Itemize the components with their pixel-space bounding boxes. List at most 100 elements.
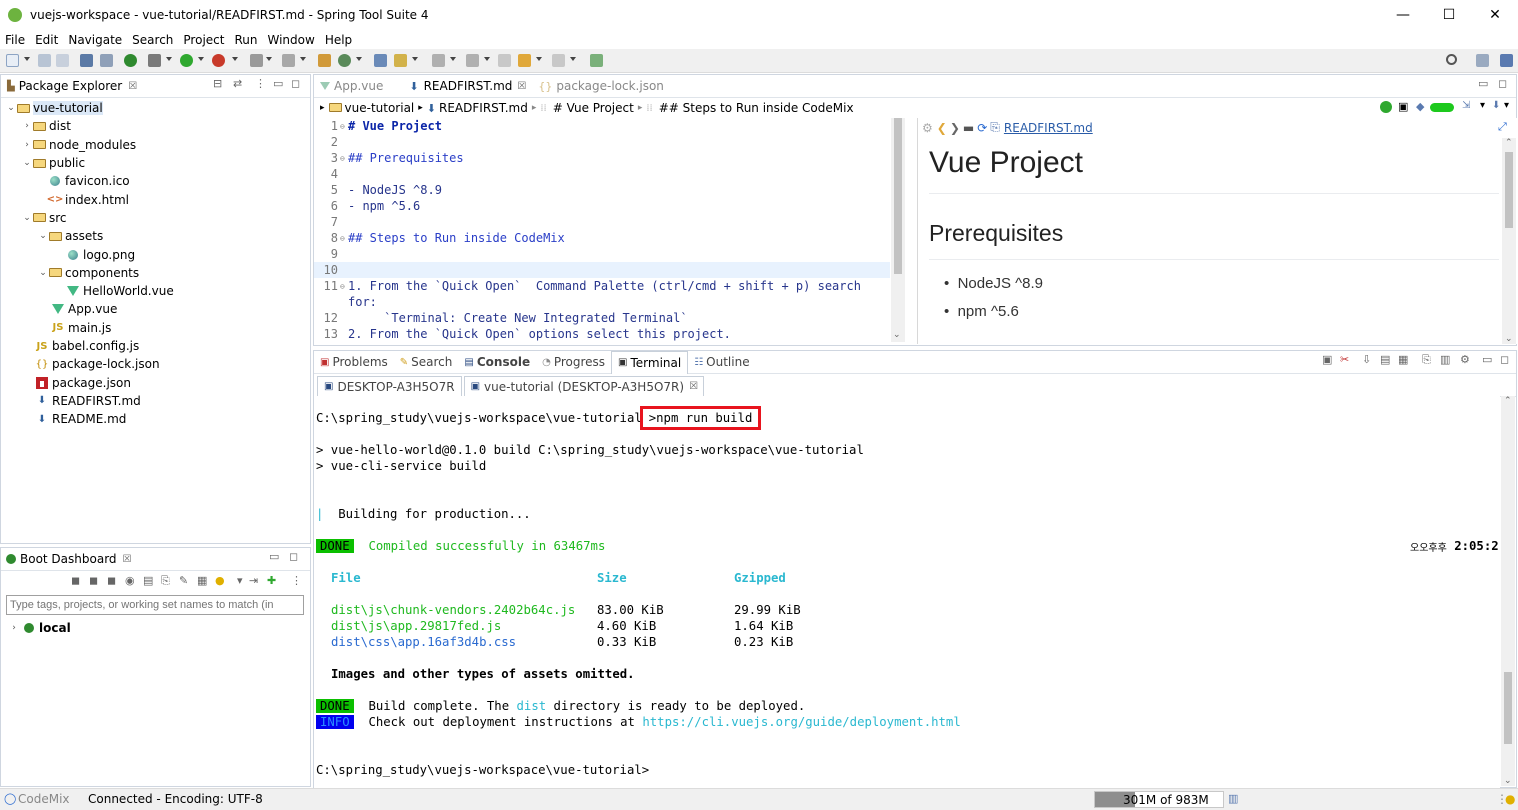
tree-item-readfirst[interactable]: ⬇ READFIRST.md	[1, 392, 310, 410]
tree-item-index-html[interactable]: <> index.html	[1, 190, 310, 208]
refresh-icon[interactable]: ⟳	[977, 121, 987, 135]
chevron-right-icon[interactable]: ›	[22, 121, 32, 131]
chevron-down-icon[interactable]	[266, 57, 272, 61]
back-icon[interactable]	[518, 54, 531, 67]
breadcrumb-heading1[interactable]: # Vue Project	[553, 101, 634, 115]
terminal-session-tab-active[interactable]: ▣ vue-tutorial (DESKTOP-A3H5O7R) ☒	[463, 376, 704, 396]
tab-readfirst[interactable]: ⬇ READFIRST.md ☒	[403, 75, 532, 98]
preview-scrollbar[interactable]: ⌃ ⌄	[1502, 138, 1516, 344]
menu-help[interactable]: Help	[320, 33, 357, 47]
link-icon[interactable]: ⎘	[161, 574, 170, 588]
chevron-down-icon[interactable]: ⌄	[38, 231, 48, 241]
trash-icon[interactable]: ▥	[1228, 792, 1238, 805]
chevron-down-icon[interactable]: ⌄	[6, 103, 16, 113]
expand-icon[interactable]: ⤢	[1498, 120, 1507, 134]
paste-icon[interactable]: ▥	[1440, 353, 1450, 366]
maximize-view-icon[interactable]: ◻	[291, 77, 300, 90]
coverage-icon[interactable]	[282, 54, 295, 67]
external-tools-icon[interactable]	[212, 54, 225, 67]
close-icon[interactable]: ☒	[689, 381, 698, 392]
chevron-down-icon[interactable]: ▾	[237, 574, 243, 587]
save-all-icon[interactable]	[56, 54, 69, 67]
tree-item-package-json[interactable]: package.json	[1, 373, 310, 391]
fold-icon[interactable]: ⊖	[340, 282, 348, 291]
bulb-icon[interactable]: ●	[215, 574, 225, 587]
chevron-down-icon[interactable]: ⌄	[1505, 334, 1513, 344]
menu-window[interactable]: Window	[262, 33, 319, 47]
fold-icon[interactable]: ⊖	[340, 122, 348, 131]
chevron-down-icon[interactable]	[570, 57, 576, 61]
scrollbar-thumb[interactable]	[1505, 152, 1513, 228]
scroll-lock-icon[interactable]: ⇩	[1362, 353, 1371, 366]
collapse-all-icon[interactable]: ⊟	[213, 77, 222, 90]
last-edit-icon[interactable]	[498, 54, 511, 67]
chevron-down-icon[interactable]	[24, 57, 30, 61]
open-type-icon[interactable]	[374, 54, 387, 67]
chevron-down-icon[interactable]: ⌄	[38, 268, 48, 278]
code-editor[interactable]: 1 ⊖ # Vue Project 2 3 ⊖ ## Prerequisites 4 5- No…	[314, 118, 890, 342]
tree-item-public[interactable]: ⌄ public	[1, 154, 310, 172]
minimize-view-icon[interactable]: ▭	[269, 550, 279, 563]
chevron-down-icon[interactable]	[198, 57, 204, 61]
maximize-view-icon[interactable]: ◻	[1498, 77, 1507, 90]
close-button[interactable]: ✕	[1472, 0, 1518, 30]
perspective-icon[interactable]	[1500, 54, 1513, 67]
tree-item-src[interactable]: ⌄ src	[1, 209, 310, 227]
chevron-down-icon[interactable]	[484, 57, 490, 61]
tree-item-components[interactable]: ⌄ components	[1, 264, 310, 282]
breadcrumb-file[interactable]: READFIRST.md	[439, 101, 528, 115]
chevron-right-icon[interactable]: ›	[22, 140, 32, 150]
properties-icon[interactable]: ▦	[197, 574, 207, 587]
terminal-scrollbar[interactable]: ⌃ ⌄	[1501, 396, 1515, 786]
bulb-icon[interactable]: ●	[1505, 792, 1515, 806]
chevron-down-icon[interactable]	[300, 57, 306, 61]
close-icon[interactable]: ☒	[128, 81, 137, 92]
tab-package-lock[interactable]: {} package-lock.json	[532, 75, 670, 98]
chevron-up-icon[interactable]: ⌃	[1505, 138, 1513, 148]
menu-search[interactable]: Search	[127, 33, 178, 47]
view-menu-icon[interactable]: ⋮	[291, 574, 302, 587]
tree-item-logo-png[interactable]: logo.png	[1, 245, 310, 263]
tree-item-favicon[interactable]: favicon.ico	[1, 172, 310, 190]
maximize-view-icon[interactable]: ◻	[1500, 353, 1509, 366]
menu-run[interactable]: Run	[229, 33, 262, 47]
scrollbar-thumb[interactable]	[1504, 672, 1512, 744]
chevron-down-icon[interactable]: ⌄	[22, 158, 32, 168]
close-icon[interactable]: ☒	[123, 554, 132, 565]
codemix-label[interactable]: CodeMix	[18, 792, 70, 806]
tab-console[interactable]: ▤ Console	[458, 351, 536, 374]
tree-item-local[interactable]: › local	[9, 619, 71, 637]
comment-icon[interactable]: ▬	[963, 121, 974, 135]
package-explorer-title[interactable]: Package Explorer	[19, 79, 123, 93]
search-tool-icon[interactable]	[394, 54, 407, 67]
menu-file[interactable]: File	[0, 33, 30, 47]
chevron-down-icon[interactable]	[356, 57, 362, 61]
chevron-down-icon[interactable]	[536, 57, 542, 61]
chevron-down-icon[interactable]: ⌄	[22, 213, 32, 223]
add-icon[interactable]: ✚	[267, 574, 276, 587]
chevron-down-icon[interactable]: ▾	[1480, 100, 1485, 111]
toggle-icon[interactable]: ▤	[1380, 353, 1390, 366]
search-icon[interactable]	[1446, 54, 1457, 65]
tab-app-vue[interactable]: App.vue	[314, 75, 389, 98]
run-icon[interactable]	[180, 54, 193, 67]
chevron-down-icon[interactable]	[232, 57, 238, 61]
wand-icon[interactable]	[100, 54, 113, 67]
scrollbar-thumb[interactable]	[894, 118, 902, 274]
tree-item-dist[interactable]: › dist	[1, 117, 310, 135]
minimize-view-icon[interactable]: ▭	[1482, 353, 1492, 366]
expose-icon[interactable]: ⇥	[249, 574, 258, 587]
chevron-down-icon[interactable]	[450, 57, 456, 61]
run-icon[interactable]	[1380, 101, 1392, 113]
close-icon[interactable]: ☒	[517, 81, 526, 92]
chevron-up-icon[interactable]: ⌃	[1504, 396, 1512, 406]
maximize-view-icon[interactable]: ◻	[289, 550, 298, 563]
deployment-link[interactable]: https://cli.vuejs.org/guide/deployment.h…	[642, 715, 960, 729]
pin-editor-icon[interactable]	[590, 54, 603, 67]
spring-boot-icon[interactable]	[124, 54, 137, 67]
new-terminal-icon[interactable]: ▣	[1322, 353, 1332, 366]
heap-status[interactable]: 301M of 983M	[1094, 791, 1224, 808]
sync-icon[interactable]: ⇲	[1462, 100, 1470, 111]
tree-item-package-lock[interactable]: {} package-lock.json	[1, 355, 310, 373]
clear-icon[interactable]: ▦	[1398, 353, 1408, 366]
